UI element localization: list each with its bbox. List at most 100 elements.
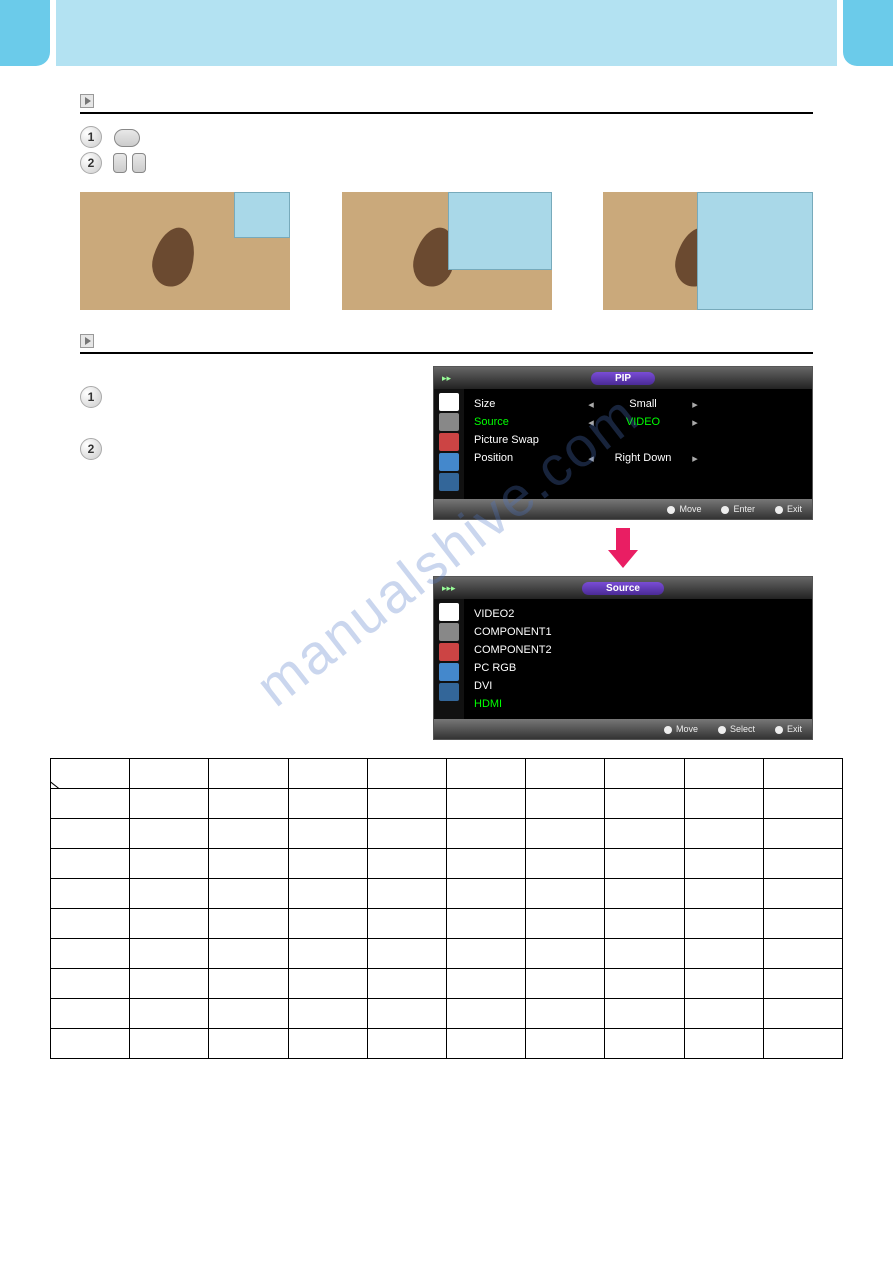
table-header bbox=[209, 759, 288, 789]
table-cell bbox=[367, 789, 446, 819]
osd-source-option[interactable]: COMPONENT2 bbox=[474, 641, 802, 659]
table-corner bbox=[51, 759, 130, 789]
table-cell bbox=[526, 1029, 605, 1059]
header-title bbox=[56, 0, 837, 66]
table-cell bbox=[209, 879, 288, 909]
table-cell bbox=[446, 939, 525, 969]
table-cell bbox=[209, 969, 288, 999]
table-cell bbox=[288, 789, 367, 819]
step-bullet-1b: 1 bbox=[80, 386, 102, 408]
osd-source: ▸▸▸ Source VIDEO2COMPONENT1COMPONENT2PC … bbox=[433, 576, 813, 740]
foot-enter: Enter bbox=[733, 504, 755, 514]
osd-menu-item[interactable]: Picture Swap bbox=[474, 431, 802, 449]
table-cell bbox=[367, 1029, 446, 1059]
pip-example-small bbox=[80, 192, 290, 310]
table-cell bbox=[526, 939, 605, 969]
osd-pip: ▸▸ PIP Size◂Small▸Source◂VIDEO▸Picture S… bbox=[433, 366, 813, 520]
table-cell bbox=[763, 999, 842, 1029]
table-cell bbox=[446, 819, 525, 849]
step-2: 2 bbox=[80, 152, 813, 174]
osd-menu-item[interactable]: Source◂VIDEO▸ bbox=[474, 413, 802, 431]
table-cell bbox=[209, 789, 288, 819]
table-cell bbox=[51, 819, 130, 849]
table-cell bbox=[605, 789, 684, 819]
table-cell bbox=[684, 939, 763, 969]
table-header bbox=[605, 759, 684, 789]
table-header bbox=[130, 759, 209, 789]
section-2-heading bbox=[80, 334, 813, 354]
step-bullet-2b: 2 bbox=[80, 438, 102, 460]
pip-size-gallery bbox=[80, 192, 813, 310]
play-icon bbox=[80, 94, 94, 108]
table-cell bbox=[367, 939, 446, 969]
table-cell bbox=[209, 819, 288, 849]
osd-source-option[interactable]: COMPONENT1 bbox=[474, 623, 802, 641]
table-cell bbox=[446, 879, 525, 909]
table-cell bbox=[763, 849, 842, 879]
header-tab-right bbox=[843, 0, 893, 66]
arrow-down-icon bbox=[608, 528, 638, 568]
table-cell bbox=[51, 939, 130, 969]
table-cell bbox=[367, 969, 446, 999]
table-cell bbox=[605, 909, 684, 939]
table-header bbox=[446, 759, 525, 789]
osd-menu-item[interactable]: Position◂Right Down▸ bbox=[474, 449, 802, 467]
table-cell bbox=[367, 999, 446, 1029]
osd-source-title: Source bbox=[582, 582, 664, 595]
table-cell bbox=[446, 789, 525, 819]
section-1-heading bbox=[80, 94, 813, 114]
breadcrumb-icon: ▸▸▸ bbox=[442, 583, 456, 594]
table-cell bbox=[367, 849, 446, 879]
page-header bbox=[0, 0, 893, 66]
foot-select: Select bbox=[730, 724, 755, 734]
table-cell bbox=[367, 879, 446, 909]
table-cell bbox=[684, 879, 763, 909]
table-cell bbox=[605, 819, 684, 849]
remote-button-icon bbox=[114, 129, 140, 147]
header-tab-left bbox=[0, 0, 50, 66]
osd-icon-rail bbox=[434, 389, 464, 499]
table-cell bbox=[288, 819, 367, 849]
table-cell bbox=[526, 789, 605, 819]
table-cell bbox=[51, 969, 130, 999]
table-cell bbox=[288, 849, 367, 879]
foot-exit: Exit bbox=[787, 504, 802, 514]
table-cell bbox=[130, 909, 209, 939]
table-cell bbox=[51, 909, 130, 939]
step-1b: 1 bbox=[80, 386, 413, 408]
table-cell bbox=[605, 879, 684, 909]
table-cell bbox=[51, 789, 130, 819]
table-cell bbox=[763, 879, 842, 909]
osd-source-option[interactable]: VIDEO2 bbox=[474, 605, 802, 623]
table-cell bbox=[763, 1029, 842, 1059]
foot-exit: Exit bbox=[787, 724, 802, 734]
step-2-content bbox=[112, 152, 147, 173]
table-cell bbox=[130, 819, 209, 849]
step-1: 1 bbox=[80, 126, 813, 148]
osd-menu-item[interactable]: Size◂Small▸ bbox=[474, 395, 802, 413]
table-cell bbox=[209, 999, 288, 1029]
table-cell bbox=[763, 939, 842, 969]
osd-source-option[interactable]: PC RGB bbox=[474, 659, 802, 677]
breadcrumb-icon: ▸▸ bbox=[442, 373, 451, 384]
play-icon bbox=[80, 334, 94, 348]
table-cell bbox=[288, 1029, 367, 1059]
osd-source-option[interactable]: HDMI bbox=[474, 695, 802, 713]
table-cell bbox=[288, 999, 367, 1029]
osd-pip-title: PIP bbox=[591, 372, 655, 385]
step-1-content bbox=[112, 126, 142, 147]
foot-move: Move bbox=[676, 724, 698, 734]
table-cell bbox=[684, 969, 763, 999]
table-cell bbox=[684, 999, 763, 1029]
table-header bbox=[526, 759, 605, 789]
table-cell bbox=[763, 819, 842, 849]
step-bullet-1: 1 bbox=[80, 126, 102, 148]
osd-source-option[interactable]: DVI bbox=[474, 677, 802, 695]
table-cell bbox=[130, 1029, 209, 1059]
table-cell bbox=[763, 789, 842, 819]
table-cell bbox=[288, 969, 367, 999]
table-cell bbox=[605, 939, 684, 969]
table-cell bbox=[288, 879, 367, 909]
osd-pip-footer: Move Enter Exit bbox=[434, 499, 812, 519]
table-header bbox=[288, 759, 367, 789]
